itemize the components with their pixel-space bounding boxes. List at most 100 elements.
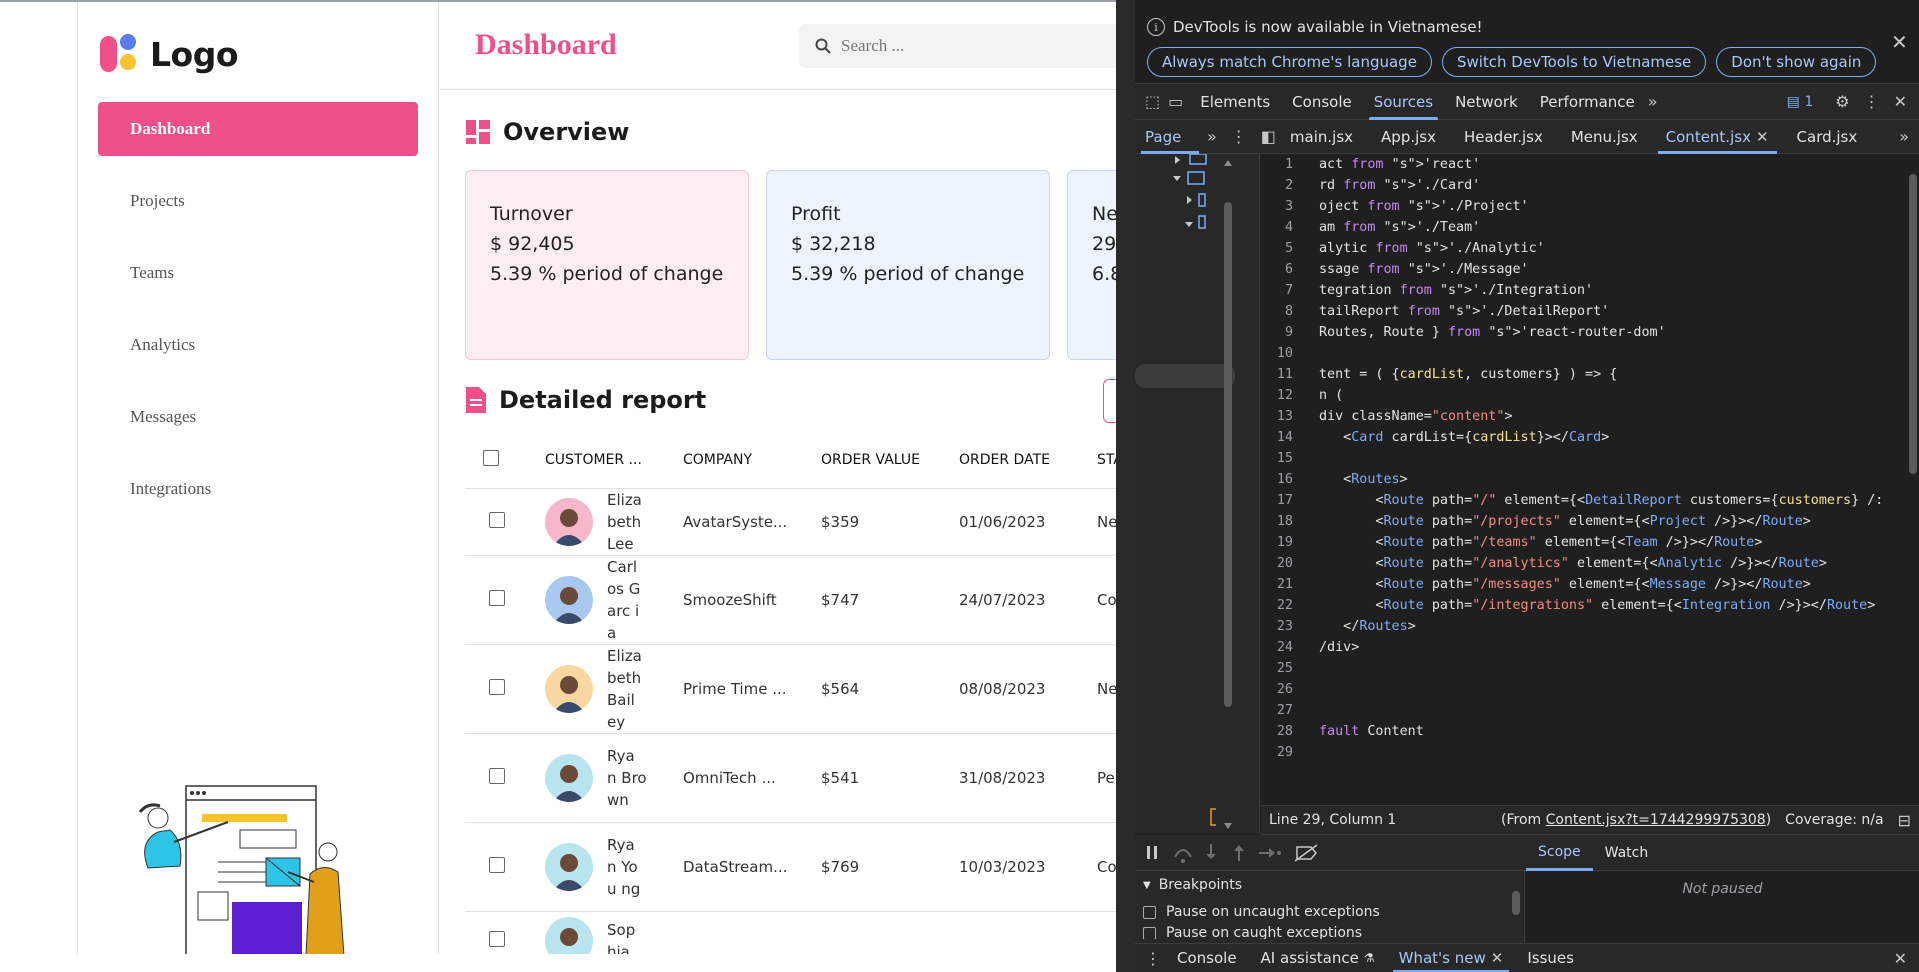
line-number[interactable]: 23 xyxy=(1261,616,1307,637)
line-number[interactable]: 29 xyxy=(1261,742,1307,763)
sidebar-item-messages[interactable]: Messages xyxy=(98,390,418,444)
more-nav-tabs-icon[interactable]: » xyxy=(1207,127,1217,146)
line-number[interactable]: 24 xyxy=(1261,637,1307,658)
file-tab-header[interactable]: Header.jsx xyxy=(1450,120,1557,154)
code-line[interactable]: 17 <Route path="/" element={<DetailRepor… xyxy=(1261,490,1884,511)
line-number[interactable]: 15 xyxy=(1261,448,1307,469)
code-line[interactable]: 21 <Route path="/messages" element={<Mes… xyxy=(1261,574,1883,595)
drawer-menu-icon[interactable]: ⋮ xyxy=(1145,949,1161,968)
line-number[interactable]: 21 xyxy=(1261,574,1307,595)
nav-menu-icon[interactable]: ⋮ xyxy=(1231,127,1247,146)
sidebar-item-teams[interactable]: Teams xyxy=(98,246,418,300)
file-tab-card[interactable]: Card.jsx xyxy=(1783,120,1872,154)
line-number[interactable]: 7 xyxy=(1261,280,1307,301)
code-line[interactable]: 19 <Route path="/teams" element={<Team /… xyxy=(1261,532,1883,553)
row-checkbox[interactable] xyxy=(489,767,505,784)
table-row[interactable]: Eliza beth Lee AvatarSyste... $359 01/06/20… xyxy=(465,488,1116,556)
pause-uncaught-checkbox[interactable] xyxy=(1143,905,1156,919)
tab-network[interactable]: Network xyxy=(1444,84,1529,120)
inspect-element-icon[interactable]: ⬚ xyxy=(1145,92,1160,111)
line-number[interactable]: 12 xyxy=(1261,385,1307,406)
code-line[interactable]: 2 rd from "s">'./Card' xyxy=(1261,175,1883,196)
code-line[interactable]: 3 oject from "s">'./Project' xyxy=(1261,196,1883,217)
device-toolbar-icon[interactable]: ▭ xyxy=(1168,92,1183,111)
line-number[interactable]: 13 xyxy=(1261,406,1307,427)
search-input[interactable] xyxy=(841,36,1101,56)
line-number[interactable]: 25 xyxy=(1261,658,1307,679)
table-row[interactable]: Eliza beth Bail ey Prime Time ... $564 08/0… xyxy=(465,644,1116,734)
code-line[interactable]: 7 tegration from "s">'./Integration' xyxy=(1261,280,1883,301)
code-line[interactable]: 24/div> xyxy=(1261,637,1883,658)
col-customer[interactable]: CUSTOMER ... xyxy=(545,432,683,489)
row-checkbox[interactable] xyxy=(489,931,505,947)
line-number[interactable]: 4 xyxy=(1261,217,1307,238)
code-content[interactable]: 1 act from "s">'react' 2 rd from "s">'./Car… xyxy=(1261,154,1884,763)
file-tree[interactable] xyxy=(1135,153,1260,834)
sidebar-item-projects[interactable]: Projects xyxy=(98,174,418,228)
line-number[interactable]: 27 xyxy=(1261,700,1307,721)
report-action-button[interactable] xyxy=(1103,379,1116,423)
code-line[interactable]: 26 xyxy=(1261,679,1883,700)
file-tab-menu[interactable]: Menu.jsx xyxy=(1557,120,1652,154)
line-number[interactable]: 3 xyxy=(1261,196,1307,217)
tab-elements[interactable]: Elements xyxy=(1189,84,1281,120)
line-number[interactable]: 9 xyxy=(1261,322,1307,343)
drawer-tab-issues[interactable]: Issues xyxy=(1515,944,1586,972)
logo[interactable]: Logo xyxy=(100,32,239,76)
match-language-button[interactable]: Always match Chrome's language xyxy=(1147,47,1432,77)
nav-tab-page[interactable]: Page xyxy=(1135,120,1205,154)
drawer-tab-ai-assistance[interactable]: AI assistance ⚗ xyxy=(1249,944,1387,972)
col-order-date[interactable]: ORDER DATE xyxy=(959,432,1097,489)
file-tab-content[interactable]: Content.jsx ✕ xyxy=(1652,120,1783,154)
code-line[interactable]: 9 Routes, Route } from "s">'react-router-… xyxy=(1261,322,1883,343)
sidebar-item-dashboard[interactable]: Dashboard xyxy=(98,102,418,156)
code-line[interactable]: 23 </Routes> xyxy=(1261,616,1883,637)
line-number[interactable]: 28 xyxy=(1261,721,1307,742)
line-number[interactable]: 20 xyxy=(1261,553,1307,574)
code-line[interactable]: 16 <Routes> xyxy=(1261,469,1883,490)
more-files-icon[interactable]: » xyxy=(1899,127,1909,146)
line-number[interactable]: 19 xyxy=(1261,532,1307,553)
line-number[interactable]: 22 xyxy=(1261,595,1307,616)
dont-show-again-button[interactable]: Don't show again xyxy=(1716,47,1877,77)
sidebar-item-analytics[interactable]: Analytics xyxy=(98,318,418,372)
code-line[interactable]: 20 <Route path="/analytics" element={<An… xyxy=(1261,553,1883,574)
stat-card-turnover[interactable]: Turnover $ 92,405 5.39 % period of chang… xyxy=(465,170,749,360)
breakpoints-header[interactable]: ▼ Breakpoints xyxy=(1135,871,1524,899)
code-line[interactable]: 29 xyxy=(1261,742,1883,763)
line-number[interactable]: 26 xyxy=(1261,679,1307,700)
code-line[interactable]: 22 <Route path="/integrations" element={… xyxy=(1261,595,1883,616)
kebab-menu-icon[interactable]: ⋮ xyxy=(1864,92,1880,111)
code-line[interactable]: 28 fault Content xyxy=(1261,721,1883,742)
sidebar-item-integrations[interactable]: Integrations xyxy=(98,462,418,516)
code-line[interactable]: 15 xyxy=(1261,448,1883,469)
line-number[interactable]: 5 xyxy=(1261,238,1307,259)
drawer-tab-whats-new[interactable]: What's new ✕ xyxy=(1387,944,1516,972)
stat-card-new[interactable]: Ne 29 6.8 xyxy=(1067,170,1116,360)
code-line[interactable]: 11 tent = ( {cardList, customers} ) => { xyxy=(1261,364,1883,385)
code-line[interactable]: 18 <Route path="/projects" element={<Pro… xyxy=(1261,511,1883,532)
editor-vertical-scrollbar[interactable] xyxy=(1909,174,1917,474)
settings-gear-icon[interactable]: ⚙ xyxy=(1835,92,1849,111)
line-number[interactable]: 2 xyxy=(1261,175,1307,196)
close-whats-new-icon[interactable]: ✕ xyxy=(1491,949,1504,967)
stat-card-profit[interactable]: Profit $ 32,218 5.39 % period of change xyxy=(766,170,1050,360)
file-tab-main[interactable]: main.jsx xyxy=(1276,120,1367,154)
line-number[interactable]: 6 xyxy=(1261,259,1307,280)
line-number[interactable]: 14 xyxy=(1261,427,1307,448)
switch-language-button[interactable]: Switch DevTools to Vietnamese xyxy=(1441,47,1707,77)
line-number[interactable]: 18 xyxy=(1261,511,1307,532)
toggle-drawer-icon[interactable]: ⊟ xyxy=(1898,811,1911,830)
line-number[interactable]: 1 xyxy=(1261,154,1307,175)
search-box[interactable] xyxy=(799,24,1116,68)
code-editor[interactable]: 1 act from "s">'react' 2 rd from "s">'./Car… xyxy=(1261,154,1919,794)
code-line[interactable]: 6 ssage from "s">'./Message' xyxy=(1261,259,1883,280)
tab-scope[interactable]: Scope xyxy=(1526,835,1593,871)
pause-uncaught-option[interactable]: Pause on uncaught exceptions xyxy=(1135,899,1524,925)
code-line[interactable]: 14 <Card cardList={cardList}></Card> xyxy=(1261,427,1883,448)
row-checkbox[interactable] xyxy=(489,589,505,606)
pause-caught-option[interactable]: Pause on caught exceptions xyxy=(1135,925,1524,939)
more-tabs-icon[interactable]: » xyxy=(1648,92,1658,111)
table-row[interactable]: Carl os Garc ia SmoozeShift $747 24/07/2023… xyxy=(465,555,1116,645)
code-line[interactable]: 8 tailReport from "s">'./DetailReport' xyxy=(1261,301,1883,322)
